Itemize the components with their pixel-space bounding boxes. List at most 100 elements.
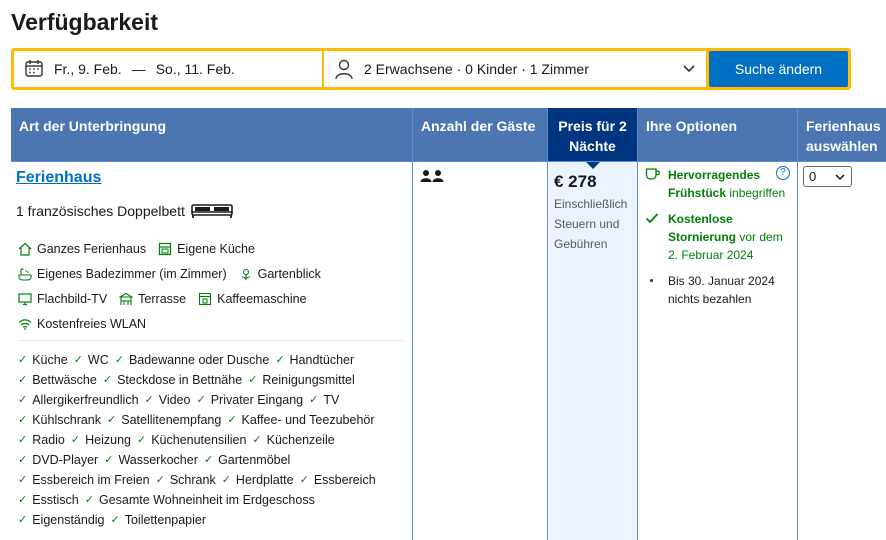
wifi-icon bbox=[18, 317, 32, 331]
amenity-item: ✓ Badewanne oder Dusche bbox=[115, 350, 270, 370]
amenity-row: ✓ Küche ✓ WC ✓ Badewanne oder Dusche ✓ Handtüch… bbox=[18, 349, 413, 369]
tv-icon bbox=[18, 292, 32, 306]
amenity-label: TV bbox=[323, 393, 340, 407]
amenity-label: Schrank bbox=[169, 473, 216, 487]
checkin-date: Fr., 9. Feb. bbox=[54, 61, 122, 77]
amenity-item: ✓ Kaffee- und Teezubehör bbox=[227, 410, 374, 430]
amenity-label: Küchenutensilien bbox=[151, 433, 247, 447]
breakfast-rest: inbegriffen bbox=[729, 186, 786, 200]
header-accommodation-type: Art der Unterbringung bbox=[11, 108, 412, 161]
column-divider bbox=[637, 108, 638, 540]
checkmark-icon bbox=[645, 211, 659, 230]
checkout-date: So., 11. Feb. bbox=[155, 61, 235, 77]
facility-label: Eigene Küche bbox=[177, 241, 255, 256]
amenity-label: Privater Eingang bbox=[210, 393, 304, 407]
facility-label: Kostenfreies WLAN bbox=[37, 316, 147, 331]
amenity-item: ✓ Schrank bbox=[156, 470, 216, 490]
date-separator: — bbox=[131, 61, 146, 77]
amenity-label: Bettwäsche bbox=[32, 373, 97, 387]
amenity-label: Video bbox=[158, 393, 191, 407]
amenity-label: Heizung bbox=[85, 433, 131, 447]
checkmark-icon: ✓ bbox=[73, 354, 83, 366]
availability-table: Art der Unterbringung Anzahl der Gäste P… bbox=[11, 108, 886, 540]
facility-item: Eigenes Badezimmer (im Zimmer) bbox=[18, 267, 227, 281]
page-title: Verfügbarkeit bbox=[11, 9, 158, 35]
amenity-item: ✓ TV bbox=[309, 390, 339, 410]
amenity-item: ✓ Steckdose in Bettnähe bbox=[103, 370, 242, 390]
header-divider bbox=[11, 161, 886, 162]
checkmark-icon: ✓ bbox=[18, 414, 28, 426]
chevron-down-icon bbox=[834, 171, 846, 186]
facility-row: Kostenfreies WLAN bbox=[18, 311, 408, 336]
amenity-item: ✓ DVD-Player bbox=[18, 450, 98, 470]
header-guests: Anzahl der Gäste bbox=[413, 108, 547, 161]
checkmark-icon: ✓ bbox=[196, 394, 206, 406]
amenity-item: ✓ Video bbox=[145, 390, 191, 410]
options-list: Hervorragendes Frühstück inbegriffen Kos… bbox=[645, 166, 795, 316]
cancellation-highlight: Kostenlose Stornierung bbox=[668, 212, 736, 244]
amenity-label: Gartenmöbel bbox=[218, 453, 291, 467]
chevron-down-icon bbox=[682, 61, 696, 78]
checkmark-icon: ✓ bbox=[275, 354, 285, 366]
facility-label: Eigenes Badezimmer (im Zimmer) bbox=[37, 266, 227, 281]
amenity-label: Eigenständig bbox=[32, 513, 105, 527]
facility-row: Eigenes Badezimmer (im Zimmer) Gartenbli… bbox=[18, 261, 408, 286]
amenity-item: ✓ Küchenutensilien bbox=[137, 430, 246, 450]
facility-item: Kostenfreies WLAN bbox=[18, 317, 146, 331]
amenity-item: ✓ Bettwäsche bbox=[18, 370, 97, 390]
room-name-link[interactable]: Ferienhaus bbox=[16, 169, 101, 187]
column-divider bbox=[797, 108, 798, 540]
calendar-icon bbox=[24, 58, 46, 80]
facility-highlights: Ganzes Ferienhaus Eigene Küche Eigenes B… bbox=[18, 236, 408, 336]
amenity-label: DVD-Player bbox=[32, 453, 99, 467]
checkmark-icon: ✓ bbox=[104, 454, 114, 466]
facility-item: Flachbild-TV bbox=[18, 292, 107, 306]
checkmark-icon: ✓ bbox=[299, 474, 309, 486]
checkmark-icon: ✓ bbox=[110, 514, 120, 526]
free-cancellation-option: Kostenlose Stornierung vor dem 2. Februa… bbox=[645, 210, 795, 264]
header-price-arrow bbox=[584, 161, 601, 169]
amenity-item: ✓ Wasserkocher bbox=[104, 450, 198, 470]
amenity-label: Wasserkocher bbox=[118, 453, 198, 467]
amenity-row: ✓ Essbereich im Freien ✓ Schrank ✓ Herdplatte… bbox=[18, 469, 413, 489]
amenity-item: ✓ Herdplatte bbox=[222, 470, 294, 490]
room-quantity-select[interactable]: 0 bbox=[803, 166, 852, 187]
change-search-button[interactable]: Suche ändern bbox=[709, 51, 848, 87]
double-bed-icon bbox=[191, 204, 233, 218]
help-icon[interactable]: ? bbox=[776, 166, 790, 180]
amenity-label: Gesamte Wohneinheit im Erdgeschoss bbox=[98, 493, 315, 507]
checkmark-icon: ✓ bbox=[84, 494, 94, 506]
amenity-row: ✓ Esstisch ✓ Gesamte Wohneinheit im Erdgesc… bbox=[18, 489, 413, 509]
facility-label: Ganzes Ferienhaus bbox=[37, 241, 147, 256]
checkmark-icon: ✓ bbox=[227, 414, 237, 426]
amenity-row: ✓ Bettwäsche ✓ Steckdose in Bettnähe ✓ Reinig… bbox=[18, 369, 413, 389]
checkmark-icon: ✓ bbox=[102, 374, 113, 386]
checkmark-icon: ✓ bbox=[18, 494, 28, 506]
header-price-label: Preis für 2 Nächte bbox=[558, 118, 627, 154]
garden-icon bbox=[239, 267, 253, 281]
amenity-row: ✓ Allergikerfreundlich ✓ Video ✓ Privater Ein… bbox=[18, 389, 413, 409]
facility-item: Eigene Küche bbox=[158, 242, 255, 256]
checkmark-icon: ✓ bbox=[203, 454, 214, 466]
checkmark-icon: ✓ bbox=[18, 374, 28, 386]
checkmark-icon: ✓ bbox=[18, 474, 28, 486]
guests-selector[interactable]: 2 Erwachsene · 0 Kinder · 1 Zimmer bbox=[324, 51, 706, 87]
bed-info: 1 französisches Doppelbett bbox=[16, 203, 233, 219]
facility-item: Kaffeemaschine bbox=[198, 292, 307, 306]
room-quantity-value: 0 bbox=[809, 169, 817, 184]
amenity-label: Küche bbox=[32, 353, 68, 367]
checkmark-icon: ✓ bbox=[18, 394, 28, 406]
date-picker[interactable]: Fr., 9. Feb. — So., 11. Feb. bbox=[14, 51, 322, 87]
facility-divider bbox=[18, 340, 405, 341]
amenity-label: Essbereich bbox=[313, 473, 376, 487]
amenity-item: ✓ Satellitenempfang bbox=[107, 410, 221, 430]
amenity-label: Küchenzeile bbox=[266, 433, 335, 447]
facility-item: Gartenblick bbox=[239, 267, 321, 281]
amenity-label: Kühlschrank bbox=[32, 413, 102, 427]
two-guests-icon bbox=[420, 170, 444, 182]
amenities-list: ✓ Küche ✓ WC ✓ Badewanne oder Dusche ✓ Handtüch… bbox=[18, 349, 413, 529]
amenity-label: Esstisch bbox=[32, 493, 79, 507]
amenity-row: ✓ Eigenständig ✓ Toilettenpapier bbox=[18, 509, 413, 529]
amenity-item: ✓ Toilettenpapier bbox=[111, 510, 207, 530]
facility-item: Terrasse bbox=[119, 292, 186, 306]
